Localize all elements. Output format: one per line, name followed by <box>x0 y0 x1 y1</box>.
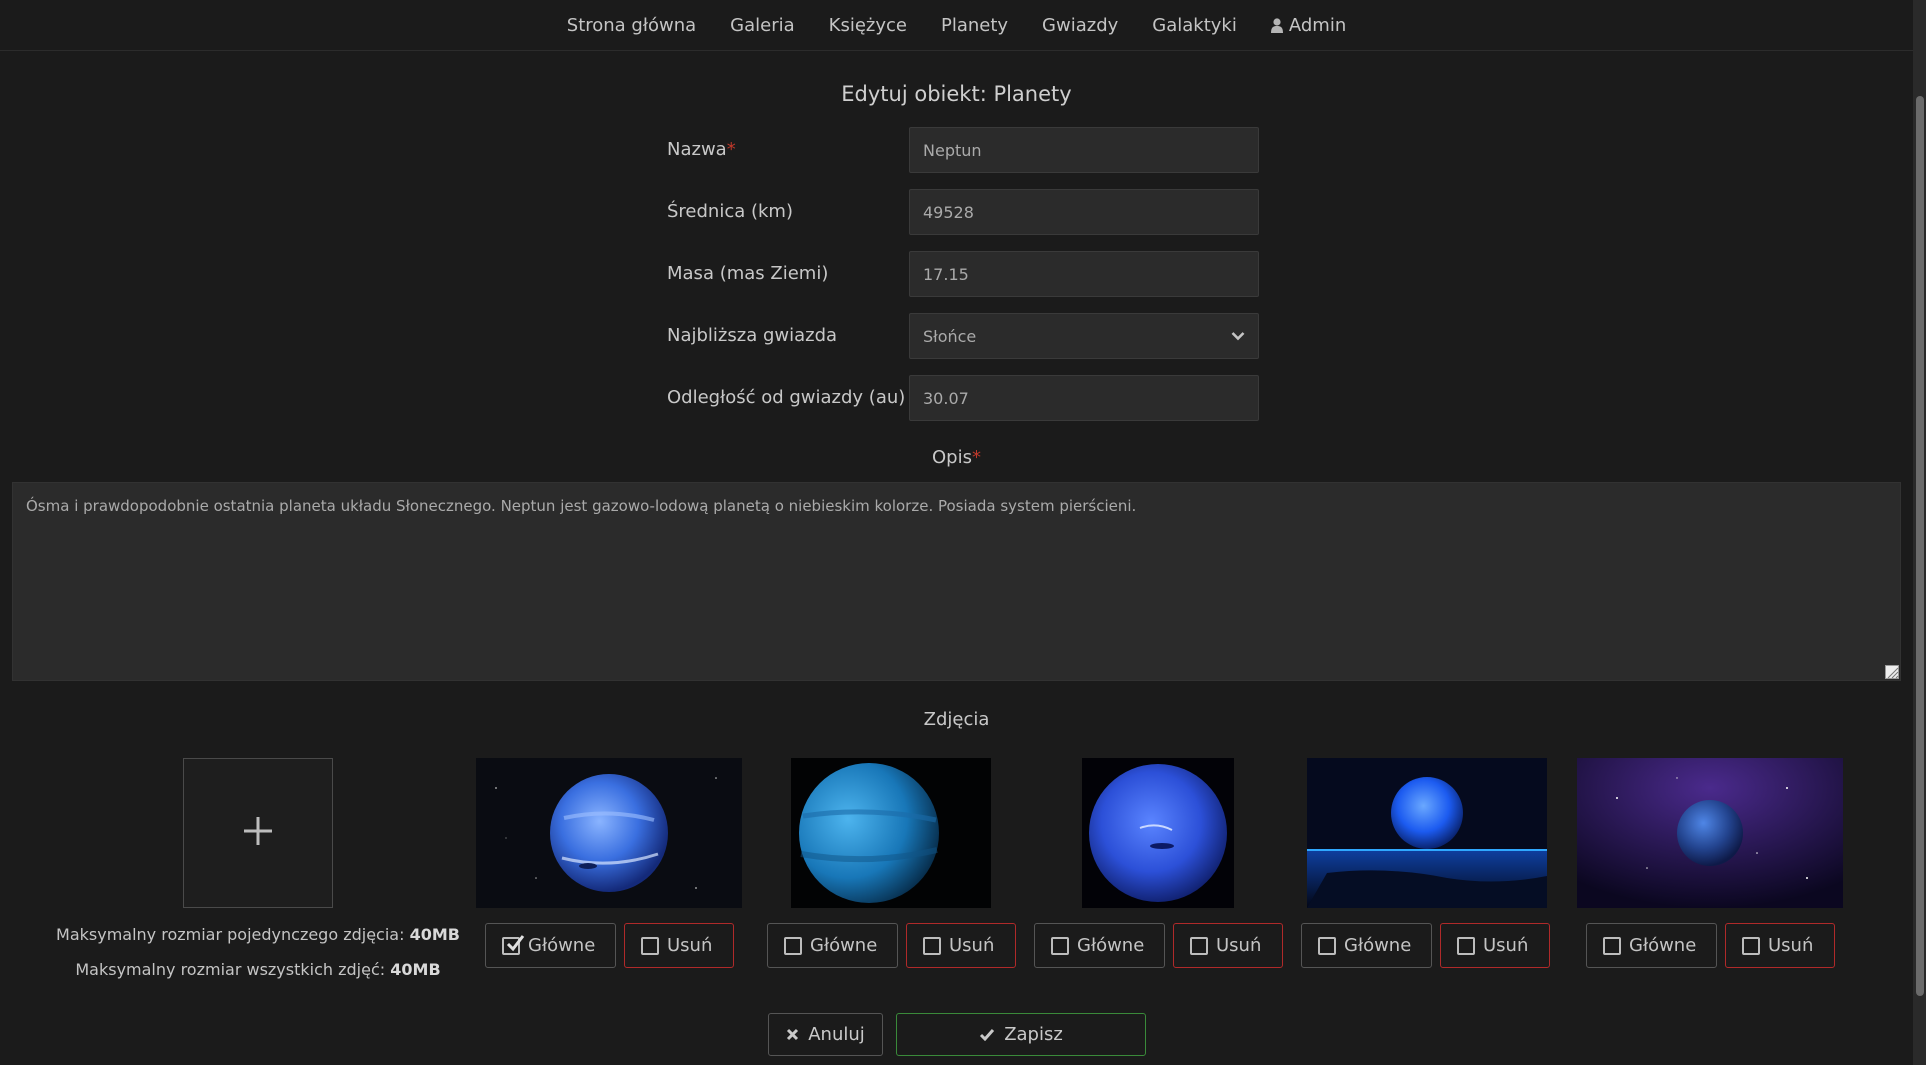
page-title: Edytuj obiekt: Planety <box>841 82 1072 106</box>
photo-thumbnail-1[interactable] <box>476 758 742 908</box>
checkbox-icon <box>923 936 941 955</box>
distance-row: Odległość od gwiazdy (au) <box>667 375 1259 421</box>
cancel-label: Anuluj <box>808 1024 865 1045</box>
photo-1-delete-checkbox[interactable]: Usuń <box>624 923 734 968</box>
name-input[interactable] <box>909 127 1259 173</box>
top-navbar: Strona główna Galeria Księżyce Planety G… <box>0 0 1913 51</box>
main-label: Główne <box>1077 935 1145 956</box>
description-label: Opis* <box>932 447 981 468</box>
mass-label: Masa (mas Ziemi) <box>667 263 829 284</box>
mass-input[interactable] <box>909 251 1259 297</box>
nav-item-galaxies[interactable]: Galaktyki <box>1152 15 1237 36</box>
cancel-button[interactable]: Anuluj <box>768 1013 883 1056</box>
main-label: Główne <box>1629 935 1697 956</box>
total-photo-limit: Maksymalny rozmiar wszystkich zdjęć: 40M… <box>75 960 441 979</box>
checkbox-icon <box>1190 936 1208 955</box>
delete-label: Usuń <box>1216 935 1262 956</box>
photo-4-delete-checkbox[interactable]: Usuń <box>1440 923 1550 968</box>
photo-3-delete-checkbox[interactable]: Usuń <box>1173 923 1283 968</box>
checkbox-icon <box>1603 936 1621 955</box>
required-mark: * <box>971 447 981 468</box>
name-row: Nazwa* <box>667 127 1259 173</box>
photo-thumbnail-5[interactable] <box>1577 758 1843 908</box>
description-textarea[interactable]: Ósma i prawdopodobnie ostatnia planeta u… <box>12 482 1901 681</box>
main-label: Główne <box>1344 935 1412 956</box>
save-label: Zapisz <box>1004 1024 1063 1045</box>
nav-item-gallery[interactable]: Galeria <box>730 15 795 36</box>
single-photo-limit-value: 40MB <box>409 925 460 944</box>
checkbox-icon <box>1051 936 1069 955</box>
diameter-input[interactable] <box>909 189 1259 235</box>
checkbox-icon <box>784 936 802 955</box>
single-photo-limit: Maksymalny rozmiar pojedynczego zdjęcia:… <box>56 925 460 944</box>
plus-icon <box>242 815 274 852</box>
main-label: Główne <box>528 935 596 956</box>
delete-label: Usuń <box>949 935 995 956</box>
photo-2-main-checkbox[interactable]: Główne <box>767 923 898 968</box>
main-label: Główne <box>810 935 878 956</box>
nav-item-admin[interactable]: Admin <box>1270 14 1347 36</box>
diameter-label: Średnica (km) <box>667 201 793 222</box>
scrollbar-thumb[interactable] <box>1916 96 1924 996</box>
close-icon <box>786 1028 799 1041</box>
photo-thumbnail-2[interactable] <box>791 758 991 908</box>
add-photo-button[interactable] <box>183 758 333 908</box>
nav-item-stars[interactable]: Gwiazdy <box>1042 15 1118 36</box>
total-photo-limit-value: 40MB <box>390 960 441 979</box>
photo-thumbnail-3[interactable] <box>1082 758 1234 908</box>
nearest-star-label: Najbliższa gwiazda <box>667 325 838 346</box>
delete-label: Usuń <box>1483 935 1529 956</box>
page: Strona główna Galeria Księżyce Planety G… <box>0 0 1913 1065</box>
photo-5-delete-checkbox[interactable]: Usuń <box>1725 923 1835 968</box>
name-label: Nazwa* <box>667 139 736 160</box>
distance-label: Odległość od gwiazdy (au) <box>667 387 906 408</box>
required-mark: * <box>726 139 736 160</box>
distance-input[interactable] <box>909 375 1259 421</box>
photo-5-main-checkbox[interactable]: Główne <box>1586 923 1717 968</box>
photo-4-main-checkbox[interactable]: Główne <box>1301 923 1432 968</box>
nav-admin-label: Admin <box>1288 14 1347 36</box>
photo-thumbnail-4[interactable] <box>1307 758 1547 908</box>
resize-handle-icon[interactable] <box>1885 665 1899 679</box>
chevron-down-icon <box>1231 331 1245 341</box>
save-button[interactable]: Zapisz <box>896 1013 1146 1056</box>
check-icon <box>979 1028 995 1041</box>
checkbox-icon <box>641 936 659 955</box>
delete-label: Usuń <box>667 935 713 956</box>
nav-item-planets[interactable]: Planety <box>941 15 1008 36</box>
photo-3-main-checkbox[interactable]: Główne <box>1034 923 1165 968</box>
nav-item-moons[interactable]: Księżyce <box>829 15 907 36</box>
nearest-star-select[interactable]: Słońce <box>909 313 1259 359</box>
photo-1-main-checkbox[interactable]: Główne <box>485 923 616 968</box>
mass-row: Masa (mas Ziemi) <box>667 251 1259 297</box>
photo-2-delete-checkbox[interactable]: Usuń <box>906 923 1016 968</box>
delete-label: Usuń <box>1768 935 1814 956</box>
user-icon <box>1270 17 1283 33</box>
description-text: Ósma i prawdopodobnie ostatnia planeta u… <box>26 497 1137 515</box>
checkbox-icon <box>1457 936 1475 955</box>
photos-label: Zdjęcia <box>923 709 990 730</box>
checkbox-icon <box>1318 936 1336 955</box>
nearest-star-value: Słońce <box>923 326 977 346</box>
checkbox-icon <box>1742 936 1760 955</box>
diameter-row: Średnica (km) <box>667 189 1259 235</box>
checkbox-checked-icon <box>502 934 525 955</box>
nearest-star-row: Najbliższa gwiazda Słońce <box>667 313 1259 359</box>
nav-item-home[interactable]: Strona główna <box>567 15 696 36</box>
